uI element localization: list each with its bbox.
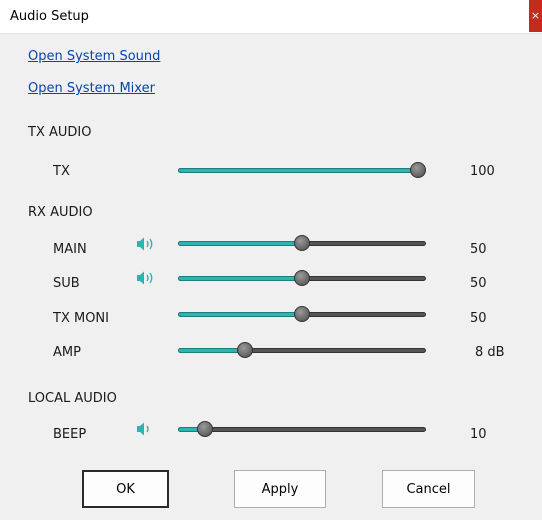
sub-label: SUB	[53, 276, 80, 291]
local-audio-heading: LOCAL AUDIO	[28, 391, 117, 406]
ok-button[interactable]: OK	[82, 470, 169, 508]
tx-slider[interactable]	[178, 162, 426, 182]
open-system-mixer-link[interactable]: Open System Mixer	[28, 81, 155, 96]
slider-fill	[178, 168, 426, 173]
main-value: 50	[470, 242, 487, 257]
slider-thumb[interactable]	[294, 306, 310, 322]
slider-fill	[178, 241, 302, 246]
speaker-loud-icon[interactable]	[136, 270, 156, 286]
slider-thumb[interactable]	[237, 342, 253, 358]
tx-audio-heading: TX AUDIO	[28, 125, 92, 140]
title-bar: Audio Setup ×	[0, 0, 542, 34]
slider-thumb[interactable]	[294, 235, 310, 251]
slider-thumb[interactable]	[294, 270, 310, 286]
apply-button[interactable]: Apply	[234, 470, 326, 508]
tx-moni-slider[interactable]	[178, 306, 426, 326]
main-slider[interactable]	[178, 235, 426, 255]
amp-label: AMP	[53, 345, 81, 360]
rx-audio-heading: RX AUDIO	[28, 205, 93, 220]
slider-fill	[178, 348, 245, 353]
main-label: MAIN	[53, 242, 87, 257]
sub-value: 50	[470, 276, 487, 291]
speaker-soft-icon[interactable]	[136, 421, 156, 437]
speaker-loud-icon[interactable]	[136, 236, 156, 252]
tx-moni-label: TX MONI	[53, 311, 109, 326]
close-button[interactable]: ×	[529, 0, 542, 32]
cancel-button[interactable]: Cancel	[382, 470, 475, 508]
open-system-sound-link[interactable]: Open System Sound	[28, 49, 160, 64]
audio-setup-dialog: Audio Setup × Open System Sound Open Sys…	[0, 0, 542, 520]
sub-slider[interactable]	[178, 270, 426, 290]
tx-value: 100	[470, 164, 495, 179]
beep-label: BEEP	[53, 427, 87, 442]
tx-moni-value: 50	[470, 311, 487, 326]
tx-label: TX	[53, 164, 70, 179]
slider-thumb[interactable]	[410, 162, 426, 178]
slider-track	[178, 427, 426, 432]
window-title: Audio Setup	[10, 9, 89, 24]
beep-slider[interactable]	[178, 421, 426, 441]
slider-fill	[178, 312, 302, 317]
amp-value: 8 dB	[475, 345, 505, 360]
slider-fill	[178, 276, 302, 281]
beep-value: 10	[470, 427, 487, 442]
slider-thumb[interactable]	[197, 421, 213, 437]
amp-slider[interactable]	[178, 342, 426, 362]
